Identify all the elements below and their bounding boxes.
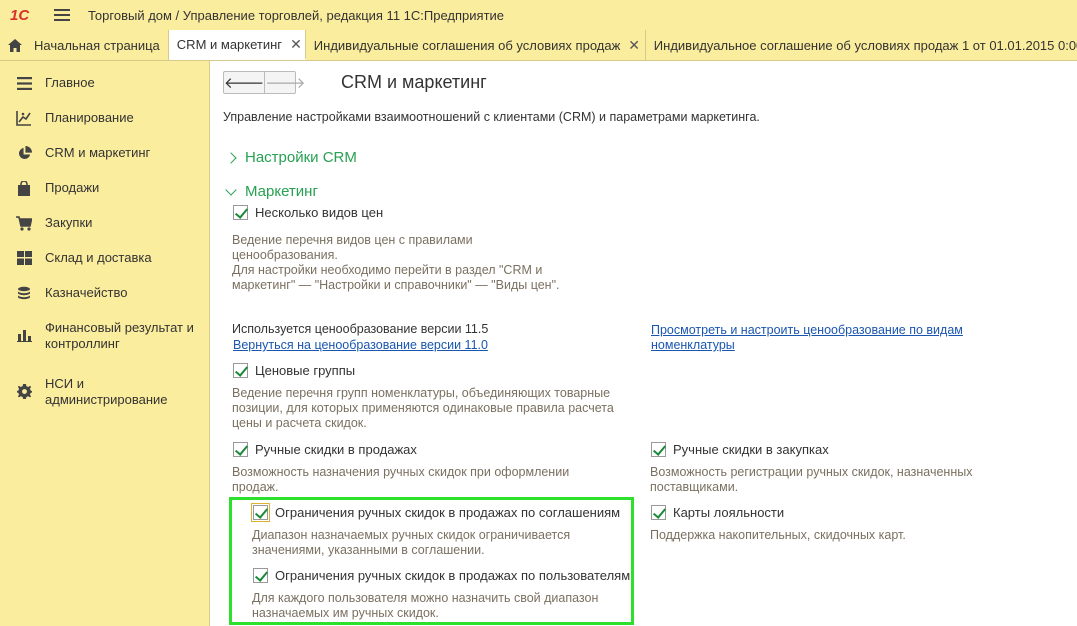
title-bar: 1С Торговый дом / Управление торговлей, … bbox=[0, 0, 1077, 30]
tab-label: Индивидуальные соглашения об условиях пр… bbox=[313, 37, 621, 53]
sidebar-item-warehouse[interactable]: Склад и доставка bbox=[0, 239, 209, 274]
price-types-checkbox-row: Несколько видов цен bbox=[233, 205, 383, 220]
tab-label: Индивидуальное соглашение об условиях пр… bbox=[653, 37, 1077, 53]
highlight-frame bbox=[229, 497, 634, 625]
loyalty-cards-checkbox[interactable] bbox=[651, 505, 666, 520]
group-crm-settings[interactable]: Настройки CRM bbox=[225, 149, 357, 166]
window-title: Торговый дом / Управление торговлей, ред… bbox=[88, 7, 505, 23]
sidebar-item-main[interactable]: Главное bbox=[0, 64, 209, 99]
close-icon[interactable]: ✕ bbox=[290, 36, 302, 53]
pricing-version-text: Используется ценообразование версии 11.5 bbox=[232, 322, 489, 336]
sidebar-item-crm[interactable]: CRM и маркетинг bbox=[0, 134, 209, 169]
1c-logo: 1С bbox=[10, 6, 30, 24]
gear-icon bbox=[16, 383, 32, 399]
sidebar: Главное Планирование CRM и маркетинг Про… bbox=[0, 61, 210, 626]
loyalty-cards-hint: Поддержка накопительных, скидочных карт. bbox=[650, 528, 906, 542]
tab-home[interactable]: Начальная страница bbox=[0, 30, 169, 60]
tab-label: CRM и маркетинг bbox=[176, 36, 283, 52]
bar-chart-icon bbox=[16, 327, 32, 343]
loyalty-cards-checkbox-row: Карты лояльности bbox=[651, 505, 784, 520]
forward-arrow-icon[interactable]: 🡒 bbox=[265, 72, 305, 93]
sidebar-item-sales[interactable]: Продажи bbox=[0, 169, 209, 204]
price-groups-hint: Ведение перечня групп номенклатуры, объе… bbox=[232, 386, 614, 430]
manual-discounts-sales-hint: Возможность назначения ручных скидок при… bbox=[232, 465, 570, 494]
back-arrow-icon[interactable]: 🡐 bbox=[224, 72, 266, 93]
tab-agreement-1[interactable]: Индивидуальное соглашение об условиях пр… bbox=[645, 30, 1077, 60]
checkbox-label: Ручные скидки в продажах bbox=[255, 442, 417, 457]
tab-bar: Начальная страница CRM и маркетинг ✕ Инд… bbox=[0, 30, 1077, 61]
group-title: Настройки CRM bbox=[245, 149, 357, 166]
manual-discounts-sales-checkbox[interactable] bbox=[233, 442, 248, 457]
page-title: CRM и маркетинг bbox=[341, 72, 487, 92]
bag-icon bbox=[16, 180, 32, 196]
planning-icon bbox=[16, 110, 32, 126]
revert-pricing-link[interactable]: Вернуться на ценообразование версии 11.0 bbox=[233, 338, 488, 353]
manual-discounts-sales-checkbox-row: Ручные скидки в продажах bbox=[233, 442, 417, 457]
sidebar-item-purchases[interactable]: Закупки bbox=[0, 204, 209, 239]
page-description: Управление настройками взаимоотношений с… bbox=[223, 110, 760, 124]
chevron-right-icon bbox=[225, 151, 237, 164]
list-icon bbox=[16, 75, 32, 91]
chevron-down-icon bbox=[225, 183, 237, 196]
price-types-checkbox[interactable] bbox=[233, 205, 248, 220]
checkbox-label: Несколько видов цен bbox=[255, 205, 384, 220]
sidebar-item-admin[interactable]: НСИ и администрирование bbox=[0, 365, 209, 421]
nav-buttons: 🡐 🡒 bbox=[223, 71, 305, 94]
main-menu-icon[interactable] bbox=[54, 9, 70, 21]
price-types-hint: Ведение перечня видов цен с правилами це… bbox=[232, 233, 560, 292]
cart-icon bbox=[16, 215, 32, 231]
sidebar-item-planning[interactable]: Планирование bbox=[0, 99, 209, 134]
sidebar-item-treasury[interactable]: Казначейство bbox=[0, 274, 209, 309]
close-icon[interactable]: ✕ bbox=[628, 37, 640, 54]
checkbox-label: Карты лояльности bbox=[673, 505, 785, 520]
price-groups-checkbox-row: Ценовые группы bbox=[233, 363, 355, 378]
warehouse-icon bbox=[16, 250, 32, 266]
tab-label: Начальная страница bbox=[34, 37, 160, 53]
group-marketing[interactable]: Маркетинг bbox=[225, 183, 318, 200]
tab-crm-marketing[interactable]: CRM и маркетинг ✕ bbox=[168, 30, 306, 60]
sidebar-item-financial-results[interactable]: Финансовый результат и контроллинг bbox=[0, 309, 209, 365]
configure-pricing-link[interactable]: Просмотреть и настроить ценообразование … bbox=[651, 323, 963, 353]
manual-discounts-purchases-hint: Возможность регистрации ручных скидок, н… bbox=[650, 465, 973, 494]
price-groups-checkbox[interactable] bbox=[233, 363, 248, 378]
manual-discounts-purchases-checkbox-row: Ручные скидки в закупках bbox=[651, 442, 829, 457]
coins-icon bbox=[16, 285, 32, 301]
manual-discounts-purchases-checkbox[interactable] bbox=[651, 442, 666, 457]
group-title: Маркетинг bbox=[245, 183, 318, 200]
home-icon bbox=[8, 38, 22, 52]
pie-chart-icon bbox=[16, 145, 32, 161]
tab-agreements[interactable]: Индивидуальные соглашения об условиях пр… bbox=[305, 30, 646, 60]
checkbox-label: Ручные скидки в закупках bbox=[673, 442, 829, 457]
checkbox-label: Ценовые группы bbox=[255, 363, 356, 378]
